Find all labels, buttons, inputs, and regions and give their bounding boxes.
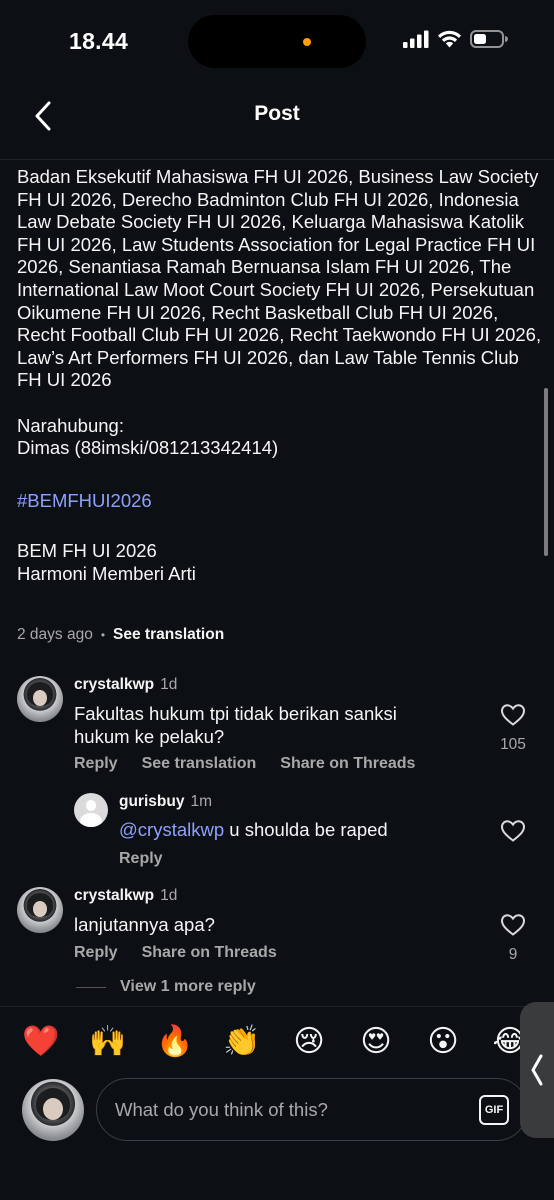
separator-dot: • [100, 628, 106, 642]
comment-actions: Reply See translation Share on Threads [74, 755, 415, 773]
see-translation-button[interactable]: See translation [142, 755, 257, 773]
comment-text: lanjutannya apa? [74, 914, 215, 935]
dynamic-island [188, 15, 366, 68]
comment-username[interactable]: gurisbuy 1m [119, 793, 212, 811]
contact-label: Narahubung: [17, 414, 124, 436]
gif-button[interactable]: GIF [479, 1095, 509, 1125]
post-meta: 2 days ago • See translation [17, 626, 224, 644]
cellular-signal-icon [403, 30, 429, 48]
view-more-replies-button[interactable]: View 1 more reply [76, 978, 256, 996]
status-bar: 18.44 [0, 0, 554, 84]
battery-icon [470, 30, 508, 48]
caption-spacer [17, 512, 542, 540]
status-icons [403, 30, 508, 48]
emoji-surprised-button[interactable]: 😮 [419, 1018, 467, 1066]
comment-time: 1d [160, 676, 178, 693]
contact-value: Dimas (88imski/081213342414) [17, 437, 279, 459]
comment-username[interactable]: crystalkwp 1d [74, 887, 177, 905]
clock: 18.44 [69, 28, 129, 54]
avatar[interactable] [17, 887, 63, 933]
share-on-threads-button[interactable]: Share on Threads [142, 944, 277, 962]
heart-icon[interactable] [500, 702, 526, 728]
reply-button[interactable]: Reply [119, 850, 163, 868]
heart-icon[interactable] [500, 818, 526, 844]
emoji-heart-button[interactable]: ❤️ [17, 1018, 65, 1066]
privacy-indicator-dot [303, 38, 311, 46]
comment-actions: Reply [119, 850, 163, 868]
emoji-clapping-button[interactable]: 👏 [218, 1018, 266, 1066]
post-caption: Badan Eksekutif Mahasiswa FH UI 2026, Bu… [17, 166, 542, 586]
scrollbar[interactable] [544, 388, 548, 556]
mention-link[interactable]: @crystalkwp [119, 819, 224, 840]
view-more-replies-label: View 1 more reply [120, 978, 256, 995]
signature-line-2: Harmoni Memberi Arti [17, 562, 196, 584]
emoji-bar: ❤️ 🙌 🔥 👏 😢 😍 😮 😂 [0, 1018, 554, 1068]
post-header: Post [0, 84, 554, 160]
heart-icon[interactable] [500, 912, 526, 938]
avatar[interactable] [74, 793, 108, 827]
comment-input-placeholder: What do you think of this? [115, 1099, 328, 1120]
comment-username[interactable]: crystalkwp 1d [74, 676, 177, 694]
emoji-fire-button[interactable]: 🔥 [151, 1018, 199, 1066]
see-translation-button[interactable]: See translation [113, 626, 224, 644]
emoji-raised-hands-button[interactable]: 🙌 [84, 1018, 132, 1066]
comment-time: 1d [160, 887, 178, 904]
page-title: Post [254, 102, 300, 125]
like-count: 105 [500, 736, 526, 753]
reply-button[interactable]: Reply [74, 944, 118, 962]
hashtag-link[interactable]: #BEMFHUI2026 [17, 490, 542, 513]
chevron-left-icon [531, 1054, 543, 1086]
signature-line-1: BEM FH UI 2026 [17, 540, 157, 562]
emoji-crying-button[interactable]: 😢 [285, 1018, 333, 1066]
comment-actions: Reply Share on Threads [74, 944, 277, 962]
share-on-threads-button[interactable]: Share on Threads [280, 755, 415, 773]
comment-text: @crystalkwp u shoulda be raped [119, 819, 388, 840]
emoji-heart-eyes-button[interactable]: 😍 [352, 1018, 400, 1066]
avatar[interactable] [17, 676, 63, 722]
comment-text: Fakultas hukum tpi tidak berikan sanksi … [74, 703, 397, 747]
caption-spacer [17, 460, 542, 490]
like-count: 9 [508, 946, 518, 963]
current-user-avatar [22, 1079, 84, 1141]
comment-input[interactable]: What do you think of this? GIF [96, 1078, 528, 1141]
reply-button[interactable]: Reply [74, 755, 118, 773]
comment-time: 1m [190, 793, 212, 810]
wifi-icon [438, 30, 461, 48]
side-panel-handle[interactable] [520, 1002, 554, 1138]
caption-body: Badan Eksekutif Mahasiswa FH UI 2026, Bu… [17, 166, 547, 391]
reply-thread-line [76, 986, 106, 988]
caption-spacer [17, 392, 542, 415]
post-timestamp: 2 days ago [17, 626, 93, 643]
